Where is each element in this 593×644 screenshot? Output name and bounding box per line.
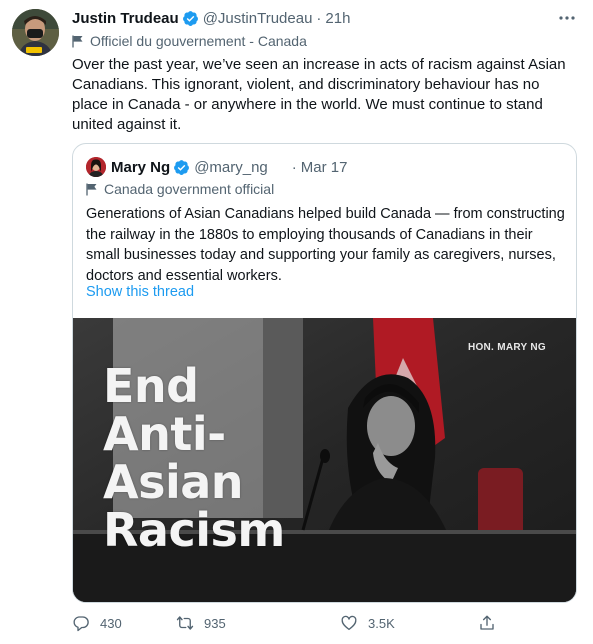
tweet-header: Justin Trudeau @JustinTrudeau · 21h	[72, 8, 350, 28]
author-handle[interactable]: @JustinTrudeau	[203, 10, 313, 27]
avatar[interactable]	[12, 9, 59, 56]
avatar-image	[12, 9, 59, 56]
media-title-line: End	[103, 359, 199, 413]
tweet-text: Over the past year, we’ve seen an increa…	[72, 56, 566, 133]
verified-badge-icon	[174, 159, 190, 175]
separator: ·	[291, 158, 297, 176]
media-title-line: Asian	[103, 455, 244, 509]
heart-icon	[341, 615, 357, 631]
reply-count: 430	[100, 615, 122, 631]
government-label-text: Officiel du gouvernement - Canada	[90, 33, 307, 49]
quote-author-name[interactable]: Mary Ng	[111, 159, 170, 176]
media-title: End Anti- Asian Racism	[103, 362, 285, 554]
media-title-line: Anti-	[103, 407, 226, 461]
author-name[interactable]: Justin Trudeau	[72, 10, 179, 27]
quote-timestamp: Mar 17	[300, 158, 348, 176]
quote-avatar-image	[86, 157, 106, 177]
show-thread-link[interactable]: Show this thread	[86, 284, 194, 300]
timestamp[interactable]: 21h	[325, 10, 350, 27]
flag-icon	[72, 35, 83, 47]
quote-author-handle[interactable]: @mary_ng	[194, 159, 268, 176]
reply-button[interactable]: 430	[72, 614, 122, 632]
action-bar: 430 935 3.5K	[72, 614, 512, 636]
share-button[interactable]	[478, 614, 506, 632]
quote-text: Generations of Asian Canadians helped bu…	[86, 206, 565, 284]
quoted-tweet[interactable]: Mary Ng @mary_ng · Mar 17 Canada governme…	[72, 143, 577, 603]
like-count: 3.5K	[368, 615, 395, 631]
tweet: Justin Trudeau @JustinTrudeau · 21h Offi…	[0, 0, 593, 644]
more-icon[interactable]	[557, 11, 577, 25]
media-title-line: Racism	[103, 503, 285, 557]
retweet-count: 935	[204, 615, 226, 631]
retweet-button[interactable]: 935	[176, 614, 226, 632]
quote-media-image[interactable]: HON. MARY NG End Anti- Asian Racism	[73, 318, 576, 602]
retweet-icon	[176, 616, 194, 630]
share-icon	[480, 615, 494, 630]
like-button[interactable]: 3.5K	[340, 614, 395, 632]
government-label: Officiel du gouvernement - Canada	[72, 33, 307, 49]
media-caption: HON. MARY NG	[467, 342, 546, 353]
quote-header: Mary Ng @mary_ng · Mar 17	[111, 157, 347, 177]
quote-government-label-text: Canada government official	[104, 181, 275, 197]
verified-badge-icon	[182, 10, 198, 26]
quote-timestamp-group[interactable]: · Mar 17	[292, 159, 348, 176]
separator: ·	[316, 9, 322, 27]
flag-icon	[86, 183, 97, 195]
quote-avatar[interactable]	[86, 157, 106, 177]
reply-icon	[73, 616, 89, 632]
quote-government-label: Canada government official	[86, 181, 274, 197]
